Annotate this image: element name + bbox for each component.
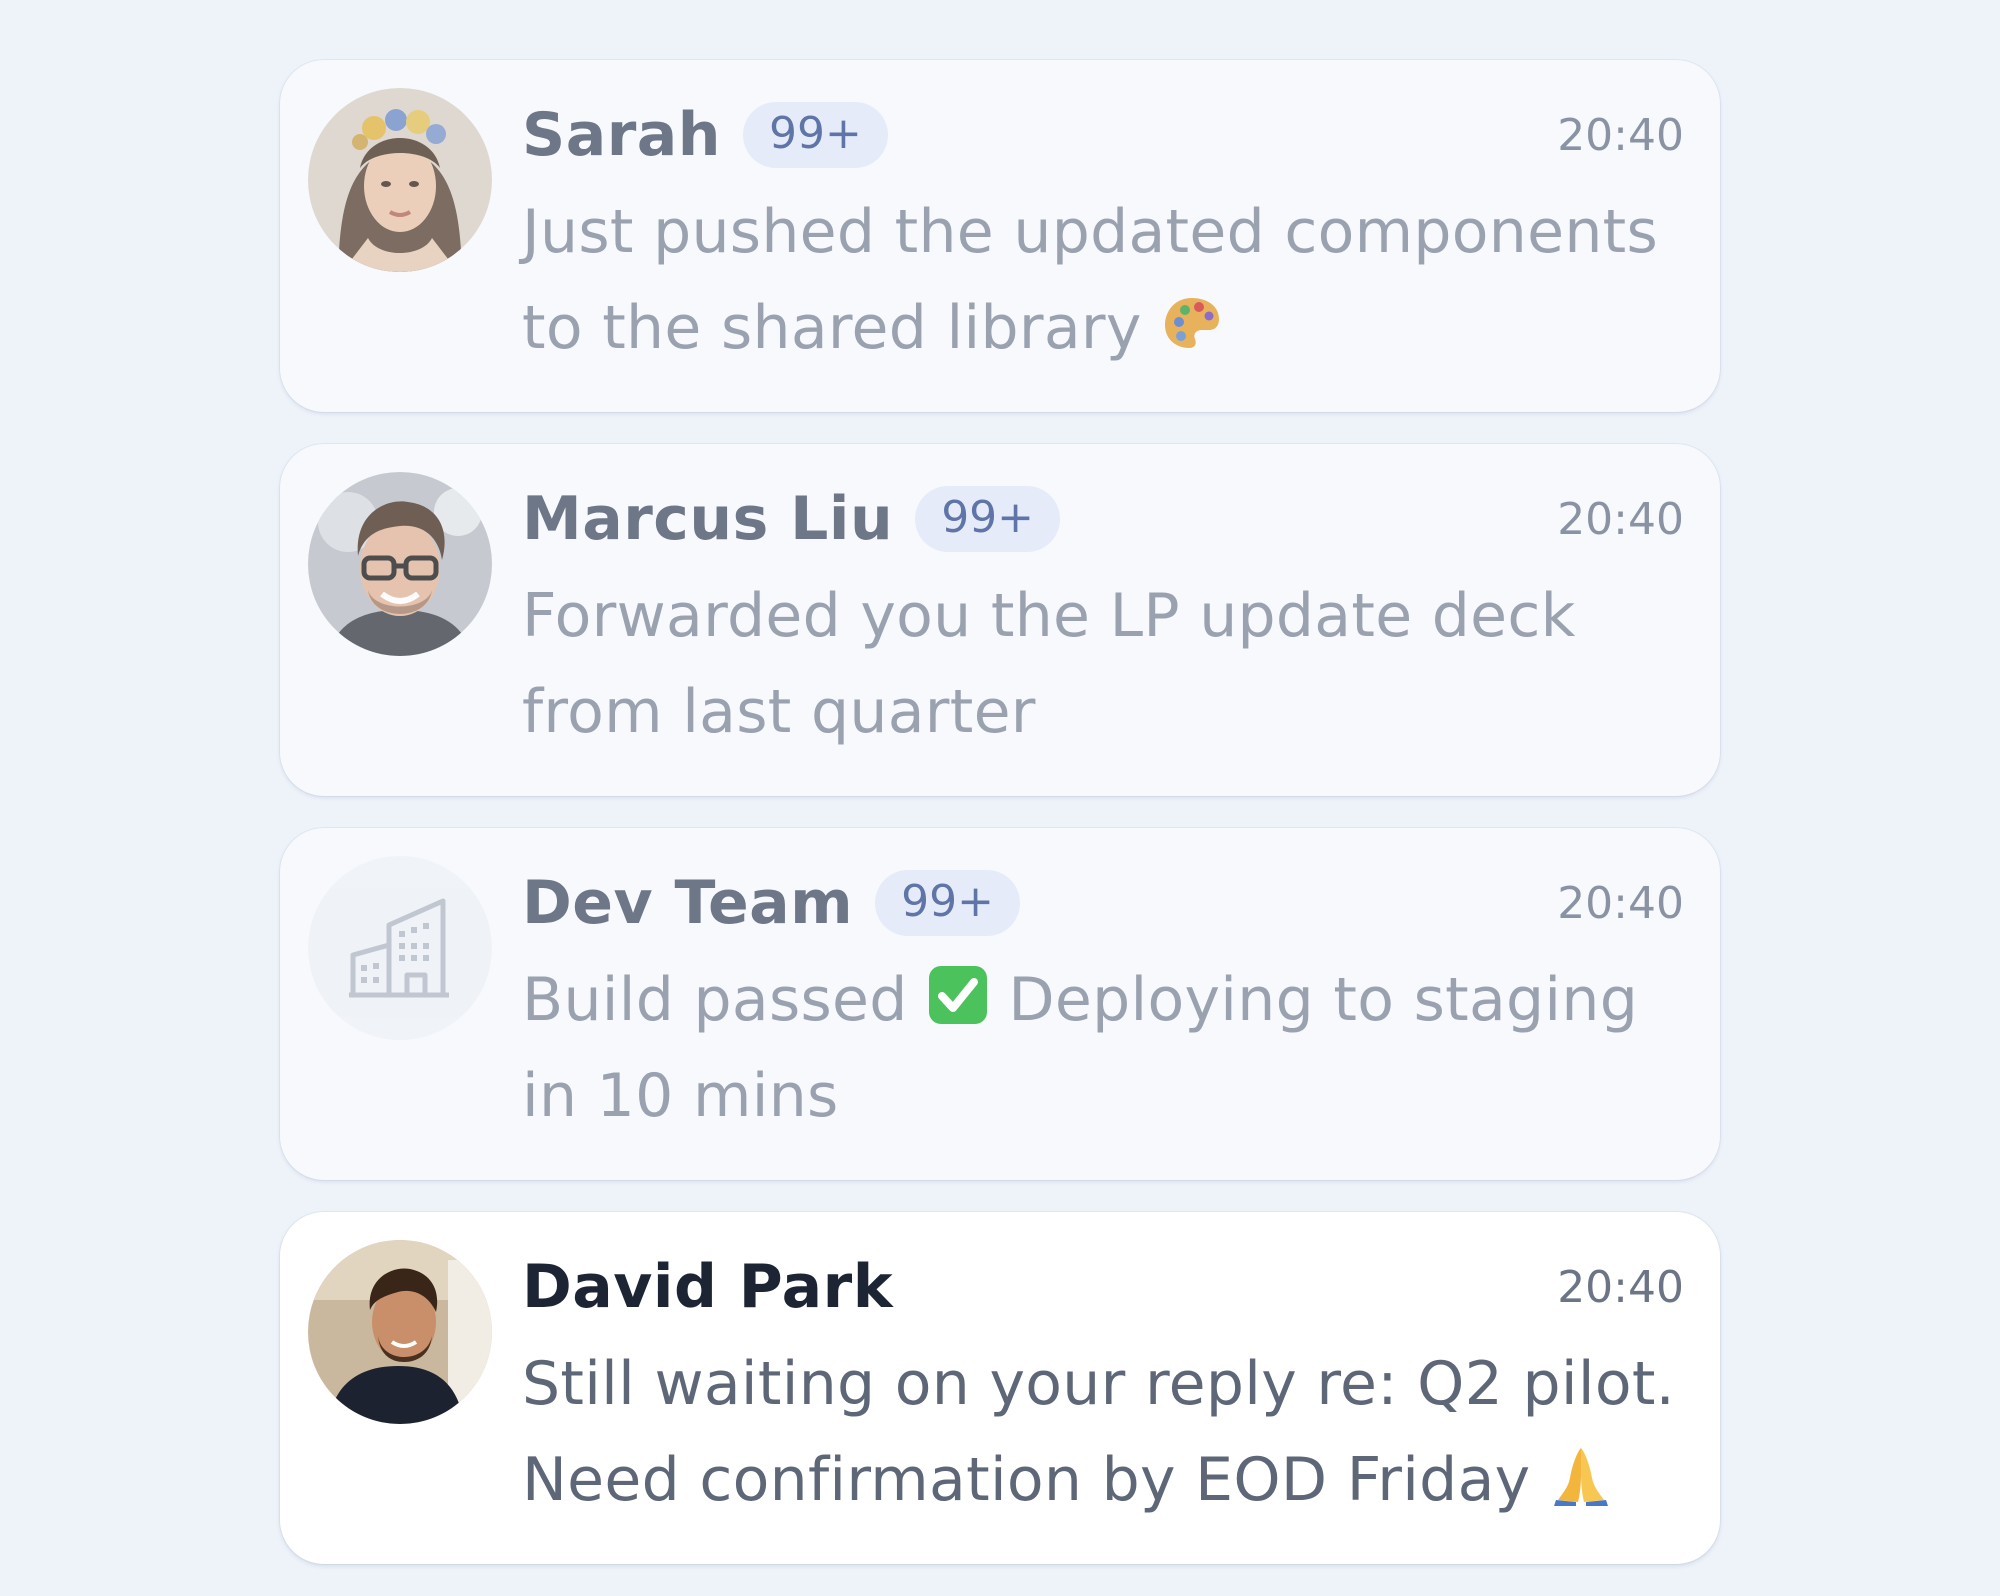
avatar <box>308 88 492 272</box>
conversation-item-david-park[interactable]: David Park 20:40 Still waiting on your r… <box>280 1212 1720 1564</box>
message-preview: Still waiting on your reply re: Q2 pilot… <box>522 1336 1684 1528</box>
message-time: 20:40 <box>1557 877 1684 929</box>
unread-count-badge: 99+ <box>743 101 888 169</box>
message-time: 20:40 <box>1557 493 1684 545</box>
message-text-before: Build passed <box>522 965 908 1035</box>
message-preview: Build passed Deploying to staging in 10 … <box>522 952 1684 1144</box>
message-text: Forwarded you the LP update deck from la… <box>522 581 1576 747</box>
contact-name: Sarah <box>522 100 721 170</box>
message-preview: Forwarded you the LP update deck from la… <box>522 568 1684 760</box>
check-mark-button-icon <box>927 964 989 1026</box>
building-icon <box>349 898 449 998</box>
contact-name: Dev Team <box>522 868 854 938</box>
contact-name: David Park <box>522 1252 894 1322</box>
unread-count-badge: 99+ <box>875 869 1021 937</box>
message-text: Just pushed the updated components to th… <box>522 197 1659 363</box>
avatar <box>308 856 492 1040</box>
conversation-list: Sarah 99+ 20:40 Just pushed the updated … <box>280 60 1720 1596</box>
message-preview: Just pushed the updated components to th… <box>522 184 1684 376</box>
conversation-item-dev-team[interactable]: Dev Team 99+ 20:40 Build passed Deployin… <box>280 828 1720 1180</box>
folded-hands-icon <box>1550 1444 1612 1506</box>
message-text: Still waiting on your reply re: Q2 pilot… <box>522 1349 1676 1515</box>
message-time: 20:40 <box>1557 1261 1684 1313</box>
conversation-item-marcus-liu[interactable]: Marcus Liu 99+ 20:40 Forwarded you the L… <box>280 444 1720 796</box>
unread-count-badge: 99+ <box>915 485 1061 553</box>
conversation-item-sarah[interactable]: Sarah 99+ 20:40 Just pushed the updated … <box>280 60 1720 412</box>
avatar-photo <box>308 88 492 272</box>
message-time: 20:40 <box>1557 109 1684 161</box>
avatar-photo <box>308 472 492 656</box>
contact-name: Marcus Liu <box>522 484 894 554</box>
avatar <box>308 472 492 656</box>
avatar <box>308 1240 492 1424</box>
avatar-photo <box>308 1240 492 1424</box>
artist-palette-icon <box>1161 292 1223 354</box>
